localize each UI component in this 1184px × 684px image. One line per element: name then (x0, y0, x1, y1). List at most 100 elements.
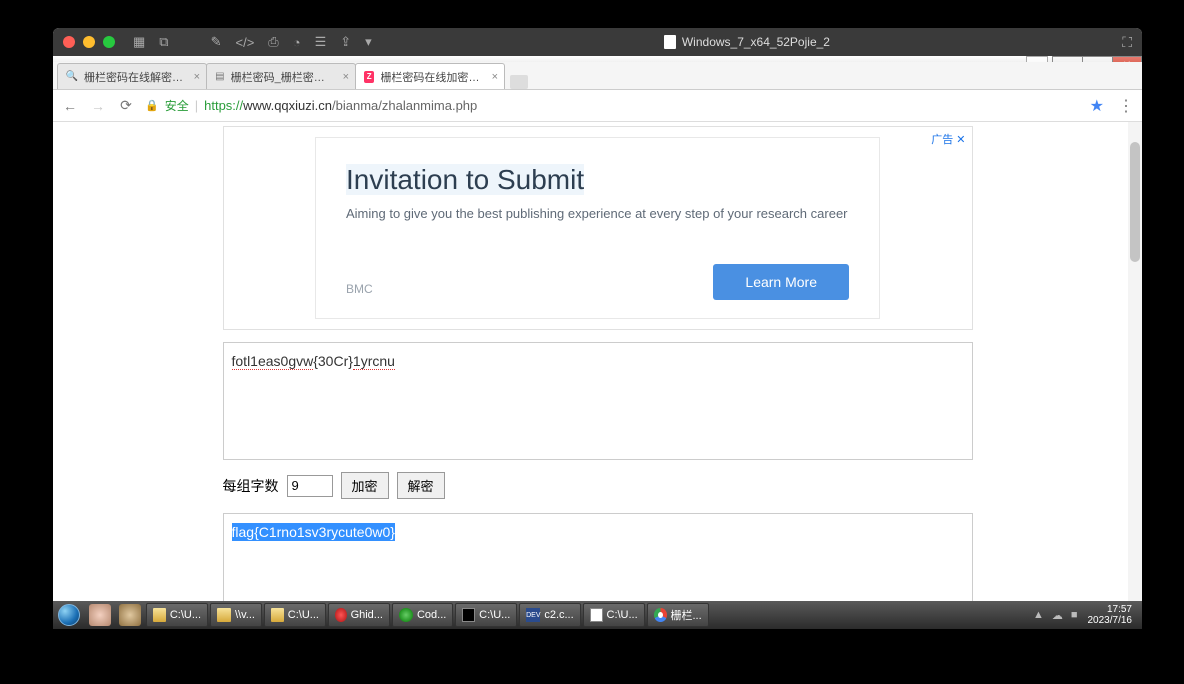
mac-toolbar-icons: ▦ ⧉ ✎ </> ⎙ ◔ ☰ ⇪ ▾ (133, 34, 372, 50)
decrypted-text: flag{C1rno1sv3rycute0w0} (232, 523, 395, 541)
vm-title-text: Windows_7_x64_52Pojie_2 (682, 35, 830, 49)
site-favicon-icon: Z (364, 71, 374, 83)
taskbar-item[interactable]: C:\U... (264, 603, 326, 627)
mac-close-button[interactable] (63, 36, 75, 48)
tab-label: 栅栏密码在线解密 - 搜索 (84, 69, 184, 85)
plain-output[interactable]: flag{C1rno1sv3rycute0w0} (223, 513, 973, 603)
print-icon[interactable]: ⎙ (268, 34, 278, 50)
start-button[interactable] (53, 601, 85, 629)
list-icon[interactable]: ☰ (315, 34, 327, 50)
page-favicon-icon: ▤ (215, 71, 225, 83)
pinned-avatar-2[interactable] (115, 602, 145, 628)
tab-search[interactable]: 🔍 栅栏密码在线解密 - 搜索 × (57, 63, 207, 89)
tab-ref[interactable]: ▤ 栅栏密码_栅栏密码在线… × (206, 63, 356, 89)
browser-tabstrip: 🔍 栅栏密码在线解密 - 搜索 × ▤ 栅栏密码_栅栏密码在线… × Z 栅栏密… (53, 62, 1142, 90)
taskbar-item-label: Cod... (417, 609, 446, 621)
tab-label: 栅栏密码在线加密解密 - (380, 69, 482, 85)
group-size-label: 每组字数 (223, 476, 279, 496)
ad-title: Invitation to Submit (346, 164, 584, 195)
decrypt-button[interactable]: 解密 (397, 472, 445, 499)
user-icon[interactable]: ◔ (293, 35, 301, 50)
taskbar-item[interactable]: Ghid... (328, 603, 390, 627)
taskbar-item[interactable]: Cod... (392, 603, 453, 627)
cmd-icon (462, 608, 475, 622)
taskbar-item-label: C:\U... (479, 609, 510, 621)
ad-container: 广告 ✕ Invitation to Submit Aiming to give… (223, 126, 973, 330)
page-content: 广告 ✕ Invitation to Submit Aiming to give… (53, 122, 1142, 629)
taskbar-item[interactable]: 栅栏... (647, 603, 709, 627)
taskbar-clock[interactable]: 17:57 2023/7/16 (1088, 604, 1133, 626)
tray-icons[interactable]: ▲☁■ (1033, 609, 1078, 622)
separator: | (195, 98, 198, 113)
taskbar-item-label: c2.c... (544, 609, 573, 621)
ad-brand: BMC (346, 282, 373, 296)
guest-desktop: — ▭ ✕ 🔍 栅栏密码在线解密 - 搜索 × ▤ 栅栏密码_栅栏密码在线… ×… (53, 56, 1142, 629)
expand-icon[interactable]: ⛶ (1122, 34, 1132, 51)
mac-minimize-button[interactable] (83, 36, 95, 48)
scroll-thumb[interactable] (1130, 142, 1140, 262)
taskbar-item-label: C:\U... (288, 609, 319, 621)
url-text: https://www.qqxiuzi.cn/bianma/zhalanmima… (204, 98, 477, 113)
vm-title: Windows_7_x64_52Pojie_2 (372, 35, 1123, 49)
taskbar-item-label: Ghid... (351, 609, 383, 621)
mac-titlebar: ▦ ⧉ ✎ </> ⎙ ◔ ☰ ⇪ ▾ Windows_7_x64_52Poji… (53, 28, 1142, 56)
code-icon[interactable]: </> (236, 35, 255, 50)
tab-tool[interactable]: Z 栅栏密码在线加密解密 - × (355, 63, 505, 89)
taskbar-item[interactable]: DEV c2.c... (519, 603, 580, 627)
url-field[interactable]: 🔒 安全 | https://www.qqxiuzi.cn/bianma/zha… (145, 94, 1080, 118)
taskbar-item[interactable]: C:\U... (583, 603, 645, 627)
taskbar-item[interactable]: C:\U... (455, 603, 517, 627)
windows-taskbar: C:\U... \\v... C:\U... Ghid... Cod... C:\U...… (53, 601, 1142, 629)
tab-close-icon[interactable]: × (194, 71, 200, 83)
grid-icon[interactable]: ▦ (133, 34, 145, 50)
taskbar-item[interactable]: C:\U... (146, 603, 208, 627)
tab-label: 栅栏密码_栅栏密码在线… (231, 69, 333, 85)
windows-orb-icon (58, 604, 80, 626)
pinned-avatar-1[interactable] (85, 602, 115, 628)
address-bar: ← → ⟳ 🔒 安全 | https://www.qqxiuzi.cn/bian… (53, 90, 1142, 122)
share-icon[interactable]: ⇪ (340, 34, 351, 50)
folder-icon (217, 608, 231, 622)
ad-card[interactable]: Invitation to Submit Aiming to give you … (315, 137, 880, 319)
forward-button[interactable]: → (89, 98, 107, 114)
group-size-input[interactable] (287, 475, 333, 497)
back-button[interactable]: ← (61, 98, 79, 114)
secure-label: 安全 (165, 97, 189, 114)
search-favicon-icon: 🔍 (66, 71, 78, 83)
controls-row: 每组字数 加密 解密 (223, 472, 973, 499)
system-tray: ▲☁■ 17:57 2023/7/16 (1033, 604, 1142, 626)
vm-window: ▦ ⧉ ✎ </> ⎙ ◔ ☰ ⇪ ▾ Windows_7_x64_52Poji… (53, 28, 1142, 629)
mac-maximize-button[interactable] (103, 36, 115, 48)
code-icon (399, 608, 413, 622)
lock-icon: 🔒 (145, 99, 159, 112)
ghidra-icon (335, 608, 347, 622)
bookmark-star-icon[interactable]: ★ (1090, 96, 1104, 116)
cipher-text: fotl1eas0gvw{30Cr}1yrcnu (232, 355, 395, 371)
cipher-input[interactable]: fotl1eas0gvw{30Cr}1yrcnu (223, 342, 973, 460)
taskbar-item-label: C:\U... (170, 609, 201, 621)
folder-icon (153, 608, 166, 622)
scrollbar[interactable] (1128, 122, 1142, 629)
reload-button[interactable]: ⟳ (117, 97, 135, 114)
dev-icon: DEV (526, 608, 540, 622)
browser-menu-icon[interactable]: ⋮ (1118, 96, 1134, 116)
encrypt-button[interactable]: 加密 (341, 472, 389, 499)
taskbar-item-label: C:\U... (607, 609, 638, 621)
tab-close-icon[interactable]: × (343, 71, 349, 83)
tool-icon[interactable]: ✎ (211, 34, 222, 50)
clock-time: 17:57 (1088, 604, 1133, 615)
folder-icon (271, 608, 284, 622)
chrome-icon (654, 608, 667, 622)
tab-close-icon[interactable]: × (492, 71, 498, 83)
ad-cta-button[interactable]: Learn More (713, 264, 849, 300)
ad-subtitle: Aiming to give you the best publishing e… (346, 206, 849, 221)
traffic-lights (63, 36, 115, 48)
new-tab-button[interactable] (510, 75, 528, 89)
document-icon (664, 35, 676, 49)
np-icon (590, 608, 603, 622)
taskbar-item[interactable]: \\v... (210, 603, 262, 627)
taskbar-item-label: 栅栏... (671, 607, 702, 623)
taskbar-item-label: \\v... (235, 609, 255, 621)
panel-icon[interactable]: ⧉ (159, 34, 168, 50)
ad-info-label[interactable]: 广告 ✕ (931, 131, 965, 147)
